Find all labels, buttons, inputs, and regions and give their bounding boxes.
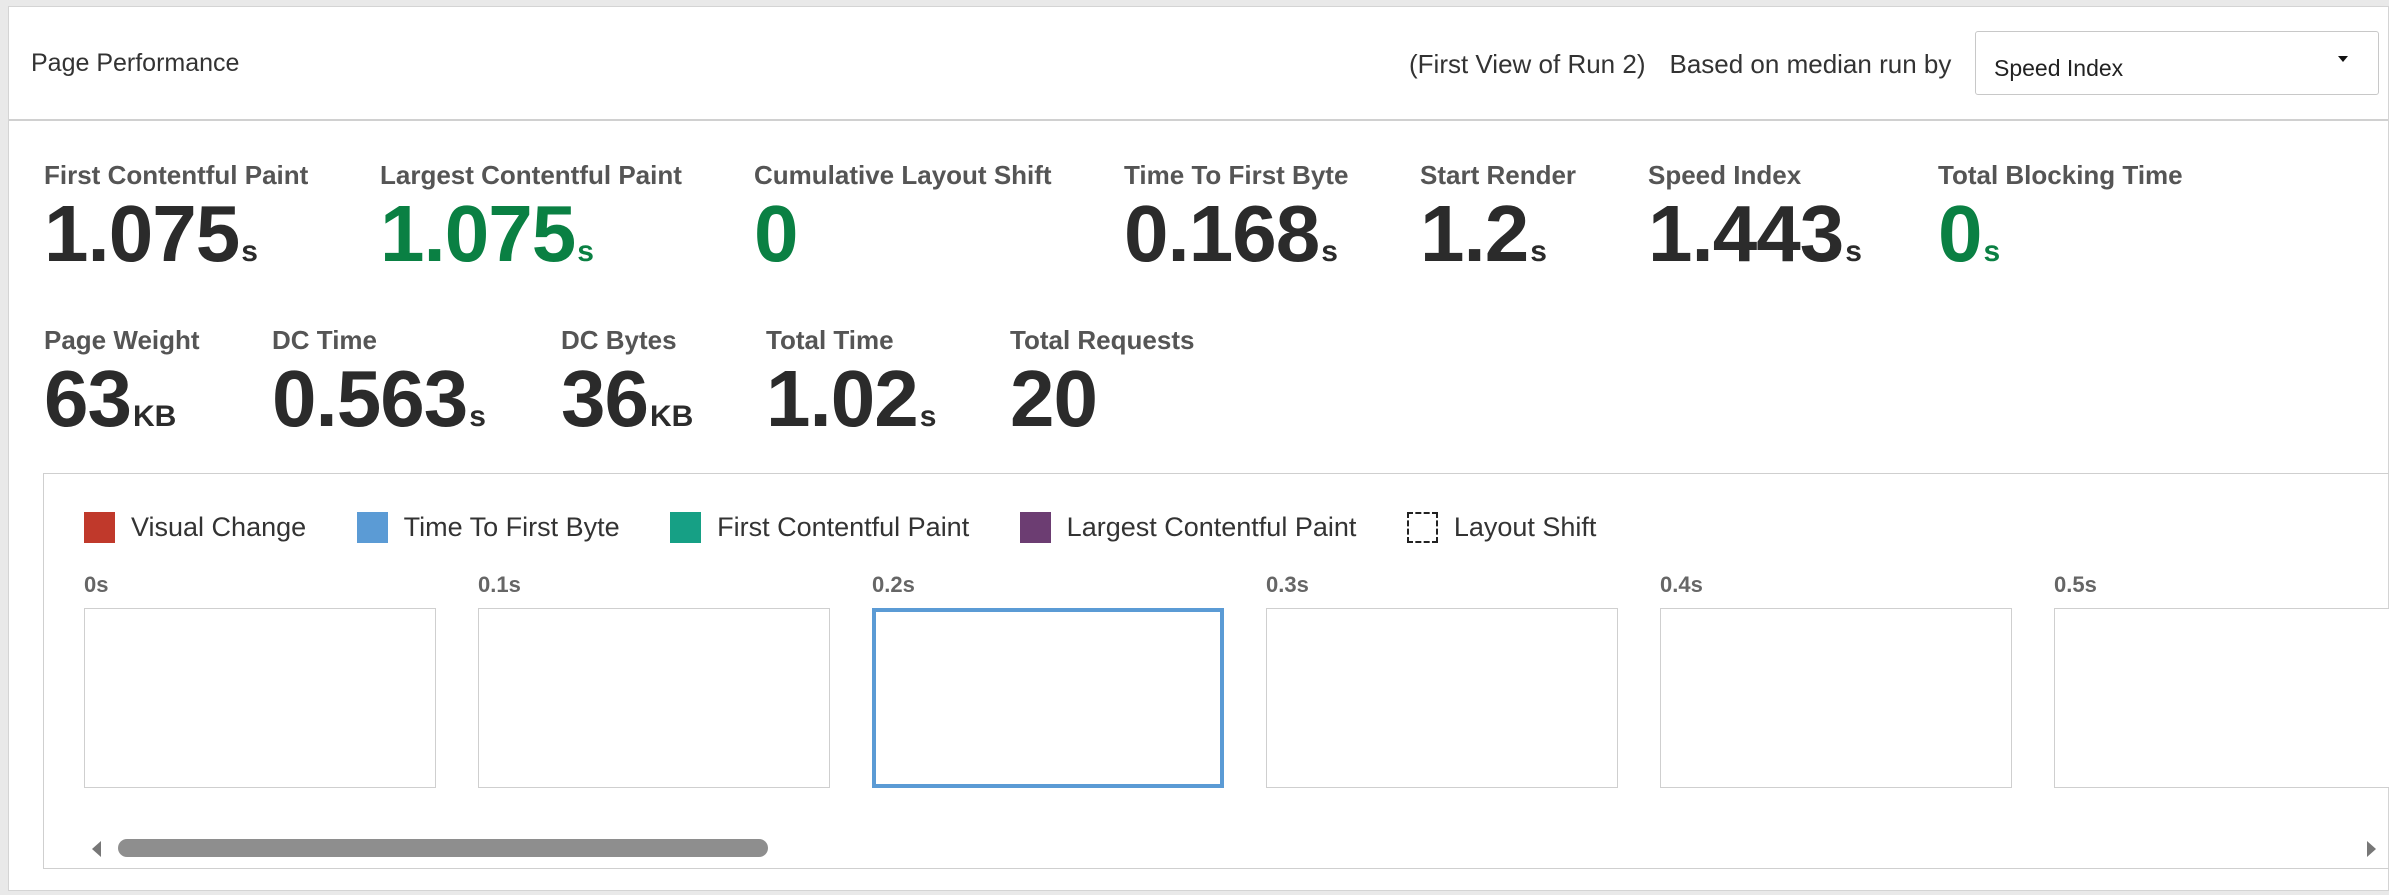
metric-label: Total Blocking Time	[1938, 160, 2183, 190]
frame-thumbnail[interactable]	[1660, 608, 2012, 788]
metric-label: Total Time	[766, 325, 894, 355]
frame-time: 0.4s	[1660, 572, 1703, 597]
metric-total-blocking-time: Total Blocking Time 0s	[1938, 160, 2183, 292]
frame-time: 0.3s	[1266, 572, 1309, 597]
metric-label: Time To First Byte	[1124, 160, 1349, 190]
filmstrip-legend: Visual Change Time To First Byte First C…	[84, 512, 1642, 546]
largest-contentful-paint-swatch	[1019, 512, 1051, 543]
metric-value: 63KB	[44, 354, 177, 443]
frame-time: 0.2s	[872, 572, 915, 597]
filmstrip-frame[interactable]: 0.1s	[478, 572, 830, 788]
metric-first-contentful-paint: First Contentful Paint 1.075s	[44, 160, 308, 292]
legend-visual-change: Visual Change	[84, 512, 306, 543]
filmstrip-frame[interactable]: 0.3s	[1266, 572, 1618, 788]
run-note: (First View of Run 2) Based on median run…	[1409, 49, 1951, 80]
metric-value: 20	[1010, 354, 1098, 443]
metric-page-weight: Page Weight 63KB	[44, 325, 200, 457]
metric-total-requests: Total Requests 20	[1010, 325, 1194, 457]
metric-dc-bytes: DC Bytes 36KB	[561, 325, 693, 457]
metric-label: DC Bytes	[561, 325, 677, 355]
legend-time-to-first-byte: Time To First Byte	[356, 512, 620, 543]
median-metric-select[interactable]: Speed Index	[1975, 31, 2379, 95]
metric-value: 1.2s	[1420, 189, 1547, 278]
filmstrip-frame[interactable]: 0s	[84, 572, 436, 788]
median-label: Based on median run by	[1669, 49, 1952, 79]
run-label: (First View of Run 2)	[1409, 49, 1646, 79]
metric-value: 0s	[1938, 189, 2001, 278]
filmstrip-frame[interactable]: 0.5s	[2054, 572, 2389, 788]
metric-value: 1.02s	[766, 354, 937, 443]
frame-thumbnail[interactable]	[1266, 608, 1618, 788]
metric-label: Cumulative Layout Shift	[754, 160, 1052, 190]
scroll-right-icon[interactable]	[2367, 841, 2376, 857]
metric-value: 36KB	[561, 354, 694, 443]
frame-time: 0.5s	[2054, 572, 2097, 597]
chevron-down-icon	[2338, 56, 2348, 62]
metric-label: Page Weight	[44, 325, 200, 355]
metric-dc-time: DC Time 0.563s	[272, 325, 486, 457]
horizontal-scrollbar[interactable]	[84, 837, 2376, 859]
metric-label: Start Render	[1420, 160, 1577, 190]
metric-start-render: Start Render 1.2s	[1420, 160, 1576, 292]
metric-largest-contentful-paint: Largest Contentful Paint 1.075s	[380, 160, 682, 292]
filmstrip: Visual Change Time To First Byte First C…	[43, 473, 2389, 869]
metric-time-to-first-byte: Time To First Byte 0.168s	[1124, 160, 1348, 292]
metric-value: 0.563s	[272, 354, 486, 443]
frame-thumbnail[interactable]	[478, 608, 830, 788]
legend-layout-shift: Layout Shift	[1406, 512, 1596, 543]
legend-first-contentful-paint: First Contentful Paint	[670, 512, 969, 543]
metric-total-time: Total Time 1.02s	[766, 325, 936, 457]
metric-value: 1.075s	[380, 189, 594, 278]
metric-label: First Contentful Paint	[44, 160, 309, 190]
frame-thumbnail[interactable]	[2054, 608, 2389, 788]
metric-value: 0.168s	[1124, 189, 1338, 278]
frame-time: 0.1s	[478, 572, 521, 597]
metric-cumulative-layout-shift: Cumulative Layout Shift 0	[754, 160, 1052, 292]
metric-value: 1.075s	[44, 189, 258, 278]
layout-shift-swatch	[1406, 512, 1438, 543]
visual-change-swatch	[84, 512, 115, 543]
legend-largest-contentful-paint: Largest Contentful Paint	[1019, 512, 1356, 543]
time-to-first-byte-swatch	[356, 512, 388, 543]
scrollbar-thumb[interactable]	[118, 839, 768, 857]
filmstrip-frame-selected[interactable]: 0.2s	[872, 572, 1224, 788]
metric-value: 1.443s	[1648, 189, 1862, 278]
frame-thumbnail[interactable]	[872, 608, 1224, 788]
page-title: Page Performance	[31, 49, 240, 77]
frame-thumbnail[interactable]	[84, 608, 436, 788]
scroll-left-icon[interactable]	[92, 841, 101, 857]
metric-value: 0	[754, 189, 798, 278]
first-contentful-paint-swatch	[670, 512, 702, 543]
metric-label: Speed Index	[1648, 160, 1802, 190]
metric-label: Total Requests	[1010, 325, 1195, 355]
frame-time: 0s	[84, 572, 109, 597]
panel-header: Page Performance (First View of Run 2) Ba…	[9, 7, 2388, 121]
page-performance-panel: Page Performance (First View of Run 2) Ba…	[8, 6, 2389, 891]
filmstrip-frame[interactable]: 0.4s	[1660, 572, 2012, 788]
metric-speed-index: Speed Index 1.443s	[1648, 160, 1862, 292]
metric-label: Largest Contentful Paint	[380, 160, 682, 190]
median-metric-value: Speed Index	[1994, 55, 2124, 81]
metric-label: DC Time	[272, 325, 377, 355]
